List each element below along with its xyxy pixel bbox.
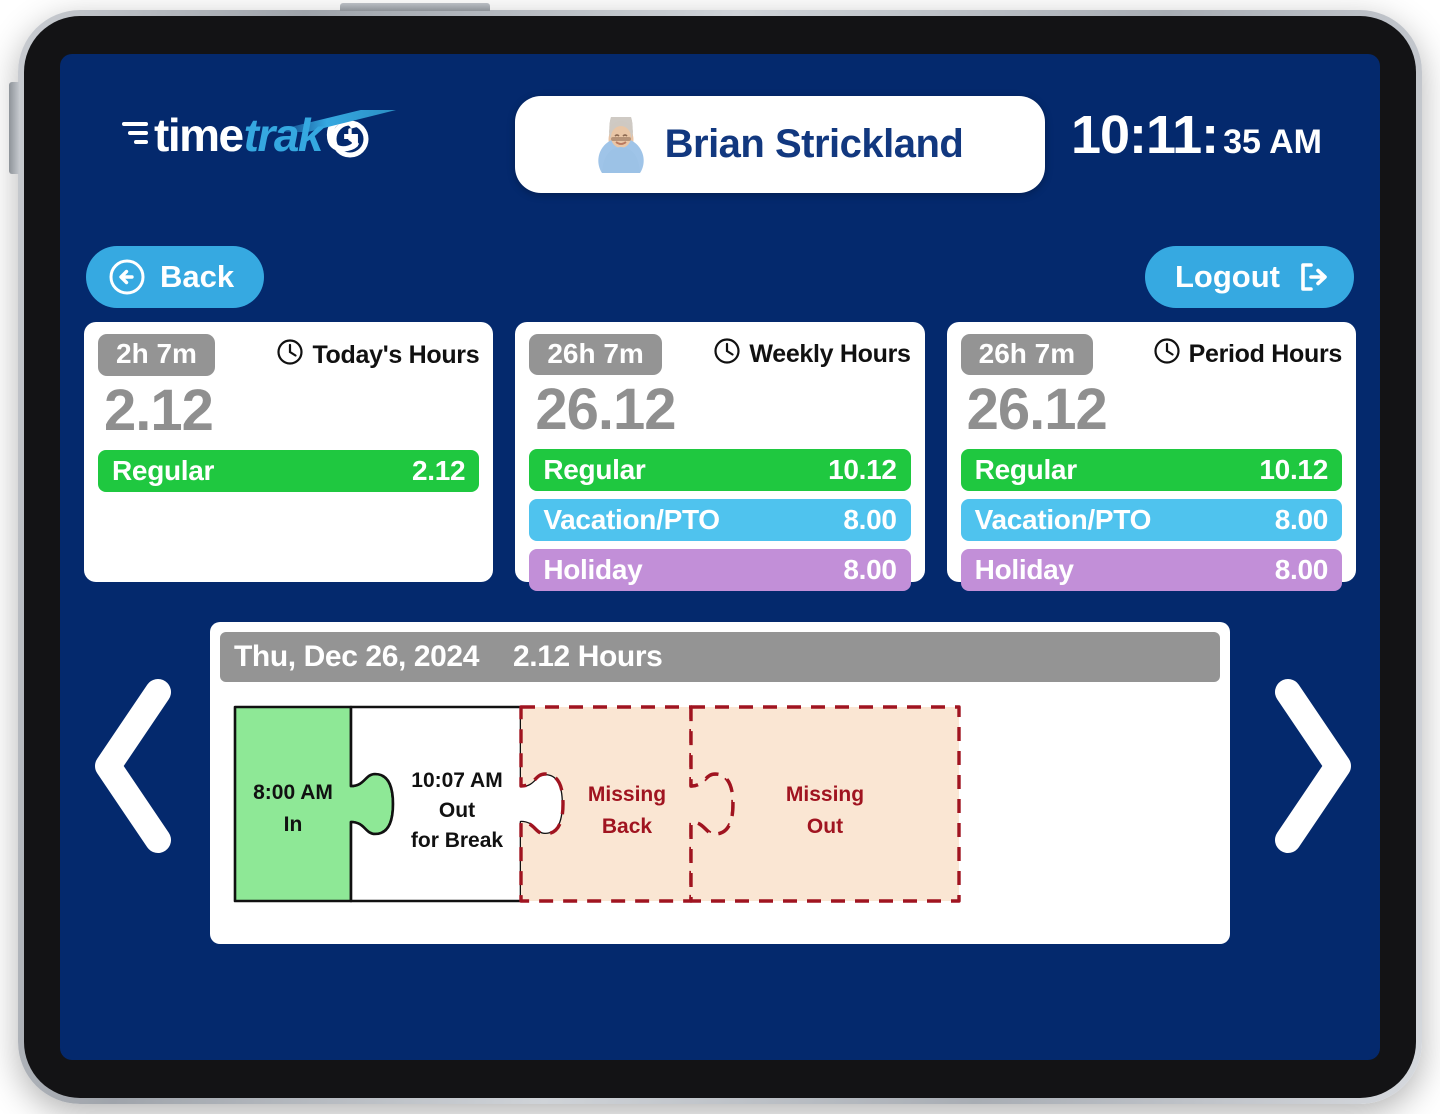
timeline-section: Thu, Dec 26, 2024 2.12 Hours 8:00 AM In	[60, 622, 1380, 952]
breakdown-row-holiday: Holiday 8.00	[960, 549, 1342, 592]
clock-seconds-meridiem: 35 AM	[1223, 123, 1322, 161]
timeline-hours: 2.12 Hours	[513, 640, 663, 673]
breakdown-row-value: 8.00	[843, 554, 897, 586]
card-header: 26h 7m Period Hours	[960, 334, 1342, 376]
breakdown-row-value: 2.12	[412, 455, 466, 486]
breakdown-row-label: Holiday	[974, 554, 1074, 586]
hours-summary-cards: 2h 7m Today's Hours 2.12 Regular 2.12 26…	[84, 322, 1356, 592]
clock-icon	[276, 338, 304, 373]
breakdown-row-value: 8.00	[843, 504, 897, 536]
segment-line2: Out	[807, 815, 843, 838]
current-time-display: 10:11: 35 AM	[1071, 104, 1322, 166]
breakdown-row-holiday: Holiday 8.00	[529, 549, 911, 592]
logout-button[interactable]: Logout	[1144, 246, 1354, 308]
segment-line2: Out	[439, 799, 475, 822]
card-breakdown-rows: Regular 10.12 Vacation/PTO 8.00 Holiday …	[960, 449, 1342, 592]
segment-line1: 10:07 AM	[411, 769, 502, 792]
speed-lines-icon	[122, 122, 148, 148]
device-top-button[interactable]	[340, 3, 490, 11]
logout-button-label: Logout	[1174, 259, 1280, 294]
clock-icon	[1153, 337, 1181, 372]
card-title: Weekly Hours	[713, 337, 911, 372]
back-button[interactable]: Back	[86, 246, 265, 308]
clock-icon	[713, 337, 741, 372]
duration-badge: 2h 7m	[98, 334, 215, 376]
chevron-right-icon	[1275, 679, 1351, 853]
segment-line3: for Break	[411, 829, 504, 852]
breakdown-row-vacation: Vacation/PTO 8.00	[960, 499, 1342, 542]
app-header: time trak G Brian Strickland 10:11: 35 A…	[60, 54, 1380, 214]
segment-line2: In	[284, 813, 303, 836]
segment-line1: Missing	[786, 783, 864, 806]
breakdown-row-value: 8.00	[1274, 504, 1329, 536]
card-header: 26h 7m Weekly Hours	[529, 334, 911, 376]
breakdown-row-value: 10.12	[1259, 454, 1328, 486]
card-title-text: Period Hours	[1188, 340, 1343, 369]
card-title-text: Weekly Hours	[749, 340, 911, 369]
segment-line2: Back	[602, 815, 653, 838]
app-screen: time trak G Brian Strickland 10:11: 35 A…	[60, 54, 1380, 1060]
tablet-device: time trak G Brian Strickland 10:11: 35 A…	[9, 3, 1422, 1104]
card-total-hours: 2.12	[104, 378, 214, 443]
card-todays-hours: 2h 7m Today's Hours 2.12 Regular 2.12	[84, 322, 494, 582]
logout-icon	[1294, 258, 1332, 296]
segment-line1: 8:00 AM	[253, 781, 333, 804]
next-day-button[interactable]	[1262, 670, 1358, 862]
breakdown-row-value: 10.12	[828, 454, 897, 486]
previous-day-button[interactable]	[82, 670, 178, 862]
breakdown-row-regular: Regular 10.12	[960, 449, 1342, 492]
timetrakgo-logo: time trak G	[122, 106, 396, 164]
card-weekly-hours: 26h 7m Weekly Hours 26.12 Regular 10.12 …	[515, 322, 925, 592]
card-breakdown-rows: Regular 2.12	[98, 450, 480, 492]
breakdown-row-label: Vacation/PTO	[543, 504, 720, 536]
punch-puzzle-timeline: 8:00 AM In 10:07 AM Out for Break Missin…	[220, 704, 1220, 904]
card-total-hours: 26.12	[966, 377, 1108, 443]
breakdown-row-label: Regular	[974, 454, 1077, 486]
timeline-header: Thu, Dec 26, 2024 2.12 Hours	[220, 632, 1220, 682]
card-title: Today's Hours	[276, 338, 480, 373]
logo-text-trak: trak	[243, 109, 324, 161]
breakdown-row-vacation: Vacation/PTO 8.00	[529, 499, 911, 542]
breakdown-row-label: Regular	[543, 454, 646, 486]
card-title: Period Hours	[1153, 337, 1342, 372]
card-period-hours: 26h 7m Period Hours 26.12 Regular 10.12 …	[946, 322, 1356, 592]
breakdown-row-label: Holiday	[543, 554, 643, 586]
card-breakdown-rows: Regular 10.12 Vacation/PTO 8.00 Holiday …	[529, 449, 911, 592]
user-name-pill[interactable]: Brian Strickland	[515, 96, 1045, 193]
clock-hours-minutes: 10:11:	[1070, 105, 1219, 165]
breakdown-row-regular: Regular 2.12	[98, 450, 480, 492]
chevron-left-icon	[95, 679, 171, 853]
user-name-label: Brian Strickland	[664, 122, 964, 166]
arrow-left-circle-icon	[108, 258, 146, 296]
logo-text-time: time	[154, 109, 244, 161]
breakdown-row-regular: Regular 10.12	[529, 449, 911, 492]
card-title-text: Today's Hours	[312, 340, 480, 369]
card-header: 2h 7m Today's Hours	[98, 334, 480, 376]
device-side-button[interactable]	[9, 82, 19, 174]
day-timeline-panel: Thu, Dec 26, 2024 2.12 Hours 8:00 AM In	[210, 622, 1230, 944]
breakdown-row-value: 8.00	[1274, 554, 1329, 586]
segment-line1: Missing	[588, 783, 666, 806]
duration-badge: 26h 7m	[960, 334, 1094, 376]
avatar	[596, 116, 645, 173]
timeline-date: Thu, Dec 26, 2024	[234, 640, 479, 673]
breakdown-row-label: Regular	[112, 455, 215, 486]
breakdown-row-label: Vacation/PTO	[974, 504, 1152, 536]
back-button-label: Back	[160, 259, 235, 294]
duration-badge: 26h 7m	[529, 334, 662, 376]
card-total-hours: 26.12	[535, 377, 676, 443]
